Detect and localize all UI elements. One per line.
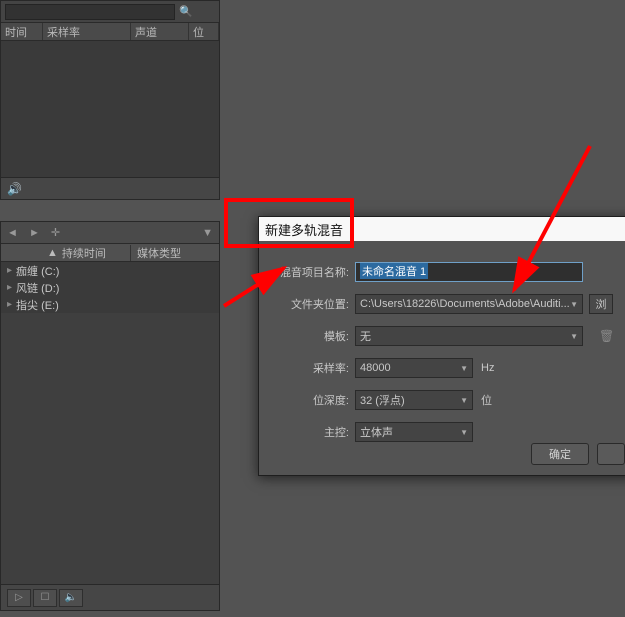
- speaker-icon[interactable]: 🔊: [7, 182, 22, 196]
- header-time[interactable]: 时间: [1, 23, 43, 40]
- master-select[interactable]: 立体声 ▼: [355, 422, 473, 442]
- drive-icon: ▸: [7, 299, 12, 310]
- folder-select[interactable]: C:\Users\18226\Documents\Adobe\Auditi...…: [355, 294, 583, 314]
- header-duration[interactable]: ▲ 持续时间: [1, 245, 131, 261]
- drive-icon: ▸: [7, 265, 12, 276]
- media-browser-panel: ◄ ► ✛ ▼ ▲ 持续时间 媒体类型 ▸ 痂缠 (C:) ▸ 风链 (D:): [0, 221, 220, 611]
- label-folder: 文件夹位置:: [273, 296, 355, 312]
- trash-icon[interactable]: 🗑: [599, 329, 614, 343]
- drive-list: ▸ 痂缠 (C:) ▸ 风链 (D:) ▸ 指尖 (E:): [1, 262, 219, 313]
- label-bit-depth: 位深度:: [273, 392, 355, 408]
- search-icon[interactable]: 🔍: [179, 5, 193, 18]
- files-body: [1, 41, 219, 181]
- unit-hz: Hz: [481, 362, 494, 374]
- list-item[interactable]: ▸ 指尖 (E:): [1, 296, 219, 313]
- filter-icon[interactable]: ▼: [202, 227, 213, 239]
- open-button[interactable]: ☐: [33, 589, 57, 607]
- label-master: 主控:: [273, 424, 355, 440]
- chevron-down-icon: ▼: [460, 396, 468, 405]
- mix-name-input[interactable]: 未命名混音 1: [355, 262, 583, 282]
- header-channels[interactable]: 声道: [131, 23, 189, 40]
- header-rate[interactable]: 采样率: [43, 23, 131, 40]
- chevron-down-icon: ▼: [570, 332, 578, 341]
- secondary-button[interactable]: [597, 443, 625, 465]
- unit-bits: 位: [481, 392, 492, 408]
- nav-back-icon[interactable]: ◄: [7, 227, 18, 239]
- play-button[interactable]: ▷: [7, 589, 31, 607]
- template-select[interactable]: 无 ▼: [355, 326, 583, 346]
- files-panel: 🔍 时间 采样率 声道 位 🔊: [0, 0, 220, 200]
- chevron-down-icon: ▼: [460, 364, 468, 373]
- list-item[interactable]: ▸ 痂缠 (C:): [1, 262, 219, 279]
- chevron-down-icon: ▼: [460, 428, 468, 437]
- header-media-type[interactable]: 媒体类型: [131, 245, 219, 261]
- search-input[interactable]: [5, 4, 175, 20]
- drive-icon: ▸: [7, 282, 12, 293]
- chevron-down-icon: ▼: [570, 300, 578, 309]
- label-template: 模板:: [273, 328, 355, 344]
- list-item[interactable]: ▸ 风链 (D:): [1, 279, 219, 296]
- files-headers: 时间 采样率 声道 位: [1, 23, 219, 41]
- new-multitrack-dialog: 新建多轨混音 混音项目名称: 未命名混音 1 文件夹位置: C:\Users\1…: [258, 216, 625, 476]
- dialog-title: 新建多轨混音: [259, 217, 625, 241]
- ok-button[interactable]: 确定: [531, 443, 589, 465]
- sort-asc-icon: ▲: [47, 247, 58, 259]
- label-mix-name: 混音项目名称:: [273, 264, 355, 280]
- browse-button[interactable]: 浏: [589, 294, 613, 314]
- sample-rate-select[interactable]: 48000 ▼: [355, 358, 473, 378]
- bit-depth-select[interactable]: 32 (浮点) ▼: [355, 390, 473, 410]
- add-icon[interactable]: ✛: [51, 227, 60, 239]
- header-bits[interactable]: 位: [189, 23, 219, 40]
- nav-forward-icon[interactable]: ►: [29, 227, 40, 239]
- mute-button[interactable]: 🔈: [59, 589, 83, 607]
- label-sample-rate: 采样率:: [273, 360, 355, 376]
